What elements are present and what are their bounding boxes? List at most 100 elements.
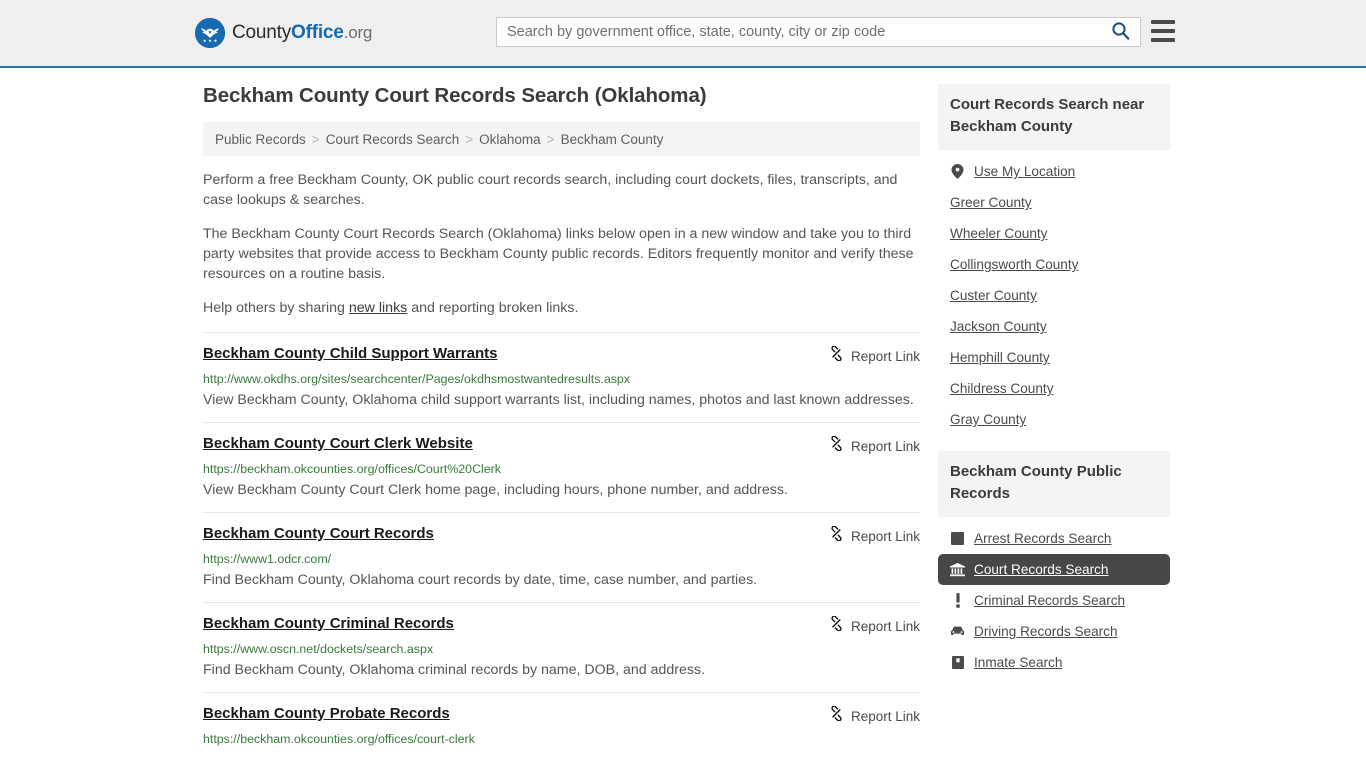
new-links-link[interactable]: new links — [349, 300, 407, 316]
public-records-item-arrest-records-search[interactable]: Arrest Records Search — [938, 523, 1170, 554]
result-title-link[interactable]: Beckham County Court Records — [203, 525, 434, 543]
breadcrumb-separator: > — [546, 131, 555, 147]
page-body: Beckham County Court Records Search (Okl… — [0, 68, 1366, 746]
public-records-item-label: Arrest Records Search — [974, 531, 1112, 546]
nearby-item-label: Collingsworth County — [950, 257, 1079, 272]
result-url[interactable]: https://beckham.okcounties.org/offices/c… — [203, 731, 920, 747]
intro-paragraph-2: The Beckham County Court Records Search … — [203, 226, 914, 282]
main-content: Beckham County Court Records Search (Okl… — [203, 84, 920, 757]
public-records-panel-heading: Beckham County Public Records — [938, 451, 1170, 517]
nearby-item-label: Gray County — [950, 412, 1027, 427]
broken-link-icon — [829, 435, 844, 456]
public-records-item-label: Inmate Search — [974, 655, 1063, 670]
breadcrumb: Public Records > Court Records Search > … — [203, 122, 920, 156]
result-title-link[interactable]: Beckham County Criminal Records — [203, 615, 454, 633]
intro-paragraph-1: Perform a free Beckham County, OK public… — [203, 172, 898, 208]
report-link-label: Report Link — [850, 348, 920, 364]
broken-link-icon — [829, 525, 844, 546]
nearby-item-label: Wheeler County — [950, 226, 1048, 241]
report-link-label: Report Link — [850, 528, 920, 544]
logo-text-county: County — [232, 22, 292, 43]
result-header: Beckham County Criminal Records Report Li… — [203, 615, 920, 636]
hamburger-menu-icon[interactable] — [1151, 20, 1175, 42]
result-title-link[interactable]: Beckham County Probate Records — [203, 705, 450, 723]
exclamation-icon — [950, 593, 965, 608]
hamburger-bar — [1151, 38, 1175, 42]
nearby-item-label: Hemphill County — [950, 350, 1050, 365]
logo-text-org: .org — [343, 23, 373, 42]
report-link-button[interactable]: Report Link — [829, 435, 920, 456]
result-item: Beckham County Court Records Report Link h… — [203, 512, 920, 602]
courthouse-icon — [950, 562, 965, 577]
intro-text: Perform a free Beckham County, OK public… — [203, 170, 920, 318]
result-url[interactable]: https://www1.odcr.com/ — [203, 551, 920, 567]
result-item: Beckham County Probate Records Report Lin… — [203, 692, 920, 757]
result-header: Beckham County Court Clerk Website Report… — [203, 435, 920, 456]
nearby-panel-heading: Court Records Search near Beckham County — [938, 84, 1170, 150]
report-link-button[interactable]: Report Link — [829, 705, 920, 726]
logo-text-office: Office — [291, 22, 344, 43]
result-description: View Beckham County Court Clerk home pag… — [203, 482, 788, 498]
nearby-item-use-my-location[interactable]: Use My Location — [938, 156, 1170, 187]
report-link-button[interactable]: Report Link — [829, 345, 920, 366]
result-description: Find Beckham County, Oklahoma criminal r… — [203, 662, 706, 678]
broken-link-icon — [829, 705, 844, 726]
page-title: Beckham County Court Records Search (Okl… — [203, 84, 707, 107]
nearby-item-label: Use My Location — [974, 164, 1076, 179]
nearby-item-greer-county[interactable]: Greer County — [938, 187, 1170, 218]
nearby-item-label: Greer County — [950, 195, 1032, 210]
nearby-item-wheeler-county[interactable]: Wheeler County — [938, 218, 1170, 249]
report-link-label: Report Link — [850, 438, 920, 454]
site-logo-text: CountyOffice.org — [232, 22, 372, 44]
site-header: CountyOffice.org — [0, 0, 1366, 68]
public-records-item-label: Court Records Search — [974, 562, 1109, 577]
public-records-item-criminal-records-search[interactable]: Criminal Records Search — [938, 585, 1170, 616]
nearby-item-jackson-county[interactable]: Jackson County — [938, 311, 1170, 342]
hamburger-bar — [1151, 20, 1175, 24]
search-button[interactable] — [1100, 18, 1140, 46]
public-records-item-label: Criminal Records Search — [974, 593, 1126, 608]
public-records-panel: Beckham County Public Records Arrest Rec… — [938, 451, 1170, 678]
sidebar: Court Records Search near Beckham County… — [938, 84, 1170, 694]
result-header: Beckham County Child Support Warrants Rep… — [203, 345, 920, 366]
car-icon — [950, 624, 965, 639]
site-logo[interactable]: CountyOffice.org — [195, 18, 372, 48]
result-url[interactable]: http://www.okdhs.org/sites/searchcenter/… — [203, 371, 920, 387]
intro-p3-after: and reporting broken links. — [407, 300, 579, 316]
breadcrumb-item-oklahoma[interactable]: Oklahoma — [479, 132, 541, 147]
result-url[interactable]: https://beckham.okcounties.org/offices/C… — [203, 461, 920, 477]
nearby-item-hemphill-county[interactable]: Hemphill County — [938, 342, 1170, 373]
breadcrumb-item-beckham-county[interactable]: Beckham County — [561, 132, 664, 147]
report-link-button[interactable]: Report Link — [829, 615, 920, 636]
nearby-item-label: Jackson County — [950, 319, 1047, 334]
nearby-item-childress-county[interactable]: Childress County — [938, 373, 1170, 404]
report-link-label: Report Link — [850, 708, 920, 724]
report-link-label: Report Link — [850, 618, 920, 634]
result-title-link[interactable]: Beckham County Child Support Warrants — [203, 345, 497, 363]
result-item: Beckham County Court Clerk Website Report… — [203, 422, 920, 512]
nearby-list: Use My Location Greer County Wheeler Count… — [938, 150, 1170, 435]
breadcrumb-item-public-records[interactable]: Public Records — [215, 132, 306, 147]
breadcrumb-item-court-records-search[interactable]: Court Records Search — [326, 132, 460, 147]
nearby-item-gray-county[interactable]: Gray County — [938, 404, 1170, 435]
search-input[interactable] — [497, 24, 1100, 40]
result-url[interactable]: https://www.oscn.net/dockets/search.aspx — [203, 641, 920, 657]
result-description: View Beckham County, Oklahoma child supp… — [203, 392, 914, 408]
broken-link-icon — [829, 345, 844, 366]
public-records-list: Arrest Records Search Court Records Searc… — [938, 517, 1170, 678]
report-link-button[interactable]: Report Link — [829, 525, 920, 546]
nearby-item-collingsworth-county[interactable]: Collingsworth County — [938, 249, 1170, 280]
public-records-item-inmate-search[interactable]: Inmate Search — [938, 647, 1170, 678]
result-description: Find Beckham County, Oklahoma court reco… — [203, 572, 758, 588]
nearby-item-custer-county[interactable]: Custer County — [938, 280, 1170, 311]
public-records-item-driving-records-search[interactable]: Driving Records Search — [938, 616, 1170, 647]
map-pin-icon — [950, 164, 965, 179]
breadcrumb-separator: > — [465, 131, 474, 147]
result-title-link[interactable]: Beckham County Court Clerk Website — [203, 435, 473, 453]
search-bar[interactable] — [496, 17, 1141, 47]
public-records-item-label: Driving Records Search — [974, 624, 1118, 639]
result-header: Beckham County Court Records Report Link — [203, 525, 920, 546]
intro-paragraph-3: Help others by sharing new links and rep… — [203, 298, 920, 318]
nearby-item-label: Childress County — [950, 381, 1054, 396]
public-records-item-court-records-search[interactable]: Court Records Search — [938, 554, 1170, 585]
